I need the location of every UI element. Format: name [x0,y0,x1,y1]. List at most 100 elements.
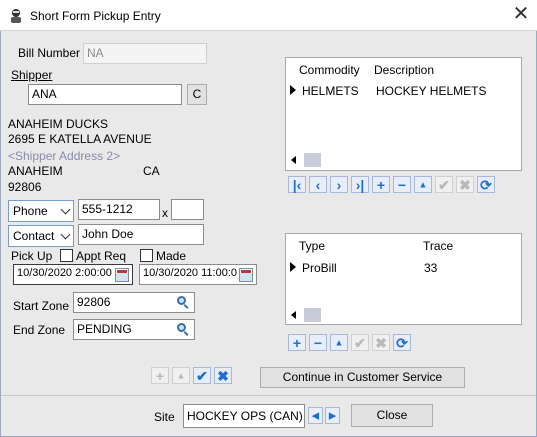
horizontal-scroll-thumb[interactable] [304,308,321,322]
continue-in-customer-service-button[interactable]: Continue in Customer Service [260,367,465,388]
add-trace-button[interactable]: + [288,334,306,351]
chevron-down-icon [60,204,71,215]
post-trace-button[interactable]: ✔ [351,334,369,351]
refresh-trace-button[interactable]: ⟳ [393,334,411,351]
search-icon[interactable] [176,322,190,336]
site-next-button[interactable]: ▶ [325,407,340,424]
next-record-button[interactable]: › [330,176,348,193]
x-icon: ✖ [375,334,387,351]
shipper-zip: 92806 [8,180,42,194]
bill-number-label: Bill Number [18,46,81,60]
appt-req-label: Appt Req [76,249,127,263]
refresh-icon: ⟳ [480,176,492,193]
app-icon [11,9,21,23]
check-icon: ✔ [438,176,450,193]
triangle-up-icon: ▲ [176,370,186,380]
x-icon: ✖ [459,176,471,193]
triangle-up-icon: ▲ [334,337,344,347]
cancel-main-button[interactable]: ✖ [214,367,232,384]
chevron-down-icon [60,229,71,240]
dialog-body: Bill Number NA Shipper ANA C ANAHEIM DUC… [0,31,537,437]
row-pointer-icon [290,85,296,95]
shipper-name: ANAHEIM DUCKS [8,117,109,131]
site-label: Site [154,410,175,424]
contact-input[interactable]: John Doe [78,224,204,245]
trace-grid[interactable]: Type Trace ProBill 33 [285,233,522,325]
skip-last-icon: ›| [355,176,365,193]
edit-main-button[interactable]: ▲ [172,367,190,384]
trace-header[interactable]: Trace [423,239,453,253]
shipper-code-input[interactable]: ANA [28,84,182,105]
phone-type-select[interactable]: Phone [8,200,74,222]
commodity-nav-toolbar: |‹ ‹ › ›| + − ▲ ✔ ✖ ⟳ [288,176,495,193]
triangle-right-icon: ▶ [329,410,336,420]
window-title: Short Form Pickup Entry [30,9,161,23]
description-header[interactable]: Description [374,63,434,77]
plus-icon: + [292,334,302,351]
trace-cell[interactable]: 33 [424,261,437,275]
chevron-left-icon: ‹ [315,176,321,193]
shipper-label: Shipper [11,68,53,82]
prior-record-button[interactable]: ‹ [309,176,327,193]
plus-icon: + [155,367,165,384]
made-checkbox[interactable] [140,249,153,262]
chevron-right-icon: › [336,176,342,193]
scroll-left-icon[interactable] [291,311,296,319]
delete-record-button[interactable]: − [393,176,411,193]
edit-trace-button[interactable]: ▲ [330,334,348,351]
refresh-icon: ⟳ [396,334,408,351]
triangle-left-icon: ◀ [312,410,319,420]
made-label: Made [156,249,187,263]
phone-input[interactable]: 555-1212 [78,199,160,220]
phone-type-value: Phone [13,204,48,218]
add-record-button[interactable]: + [372,176,390,193]
site-prev-button[interactable]: ◀ [308,407,323,424]
close-button[interactable]: Close [351,404,433,427]
minus-icon: − [397,176,407,193]
phone-ext-input[interactable] [171,199,204,220]
search-icon[interactable] [176,295,190,309]
skip-first-icon: |‹ [292,176,302,193]
post-record-button[interactable]: ✔ [435,176,453,193]
shipper-address2[interactable]: <Shipper Address 2> [8,149,120,163]
description-cell[interactable]: HOCKEY HELMETS [376,84,486,98]
check-icon: ✔ [196,367,208,384]
trace-nav-toolbar: + − ▲ ✔ ✖ ⟳ [288,334,411,351]
pickup-label: Pick Up [11,249,53,263]
first-record-button[interactable]: |‹ [288,176,306,193]
shipper-city: ANAHEIM [8,164,63,178]
triangle-up-icon: ▲ [418,179,428,189]
edit-record-button[interactable]: ▲ [414,176,432,193]
post-main-button[interactable]: ✔ [193,367,211,384]
add-main-button[interactable]: + [151,367,169,384]
commodity-header[interactable]: Commodity [299,63,360,77]
type-cell[interactable]: ProBill [302,261,337,275]
row-pointer-icon [290,262,296,272]
shipper-address1: 2695 E KATELLA AVENUE [8,132,152,146]
type-header[interactable]: Type [299,239,325,253]
calendar-icon[interactable] [239,268,253,282]
close-window-icon[interactable]: ✕ [509,3,533,27]
refresh-button[interactable]: ⟳ [477,176,495,193]
commodity-cell[interactable]: HELMETS [302,84,359,98]
cancel-record-button[interactable]: ✖ [456,176,474,193]
shipper-state: CA [143,164,160,178]
contact-type-value: Contact [13,229,55,243]
appt-req-checkbox[interactable] [60,249,73,262]
contact-type-select[interactable]: Contact [8,225,74,247]
pickup-date-value: 10/30/2020 2:00:00 [17,267,112,279]
calendar-icon[interactable] [115,268,129,282]
delete-trace-button[interactable]: − [309,334,327,351]
shipper-lookup-button[interactable]: C [187,84,207,105]
last-record-button[interactable]: ›| [351,176,369,193]
horizontal-scroll-thumb[interactable] [304,153,321,167]
bill-number-field[interactable]: NA [83,43,207,64]
main-nav-toolbar: + ▲ ✔ ✖ [151,367,232,384]
site-input[interactable]: HOCKEY OPS (CAN) [183,404,305,428]
scroll-left-icon[interactable] [291,156,296,164]
cancel-trace-button[interactable]: ✖ [372,334,390,351]
phone-ext-label: x [162,206,168,220]
commodity-grid[interactable]: Commodity Description HELMETS HOCKEY HEL… [285,57,522,171]
divider [1,395,536,396]
check-icon: ✔ [354,334,366,351]
